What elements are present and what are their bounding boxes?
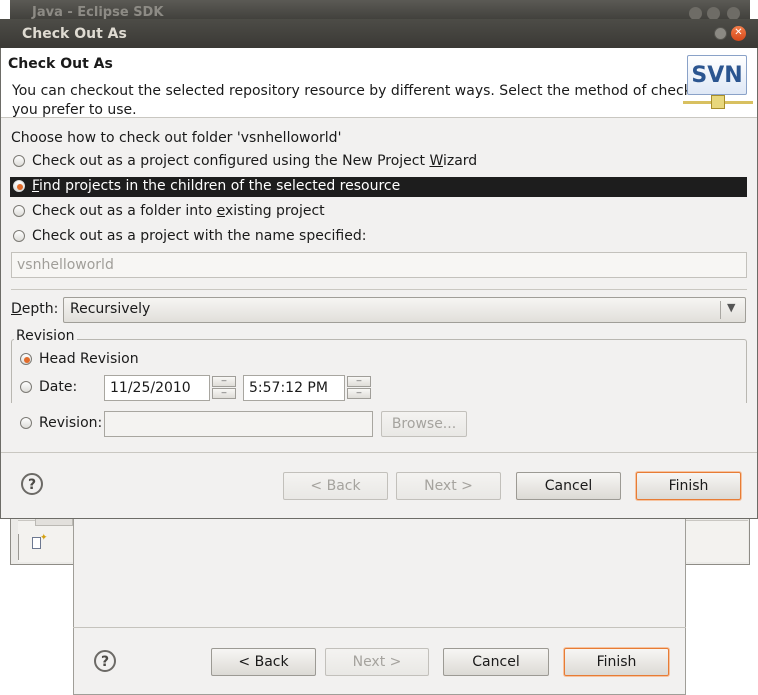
help-icon[interactable]: ? xyxy=(21,473,43,495)
option-existing-project-label[interactable]: Check out as a folder into existing proj… xyxy=(32,203,325,219)
time-decrement-button[interactable]: ‒ xyxy=(347,388,371,399)
depth-value: Recursively xyxy=(70,301,151,317)
banner-description-line-1: You can checkout the selected repository… xyxy=(12,83,715,99)
close-icon[interactable]: ✕ xyxy=(731,26,746,41)
sparkle-icon: ✦ xyxy=(40,533,48,543)
revision-group-title: Revision xyxy=(14,328,77,344)
date-radio[interactable] xyxy=(20,381,32,393)
time-increment-button[interactable]: ‒ xyxy=(347,376,371,387)
banner-description: You can checkout the selected repository… xyxy=(12,82,715,120)
separator xyxy=(11,289,747,290)
background-dialog-separator xyxy=(73,627,686,628)
option-new-project-wizard-label[interactable]: Check out as a project configured using … xyxy=(32,153,477,169)
date-decrement-button[interactable]: ‒ xyxy=(212,388,236,399)
option-find-projects-label[interactable]: Find projects in the children of the sel… xyxy=(32,178,400,194)
date-input[interactable]: 11/25/2010 xyxy=(104,375,210,401)
head-revision-label[interactable]: Head Revision xyxy=(39,351,139,367)
date-label[interactable]: Date: xyxy=(39,379,77,395)
cancel-button[interactable]: Cancel xyxy=(516,472,621,500)
option-new-project-wizard-radio[interactable] xyxy=(13,155,25,167)
revision-radio[interactable] xyxy=(20,417,32,429)
option-project-name-radio[interactable] xyxy=(13,230,25,242)
banner-description-line-2: you prefer to use. xyxy=(12,102,137,118)
finish-button[interactable]: Finish xyxy=(636,472,741,500)
back-button[interactable]: < Back xyxy=(211,648,316,676)
next-button[interactable]: Next > xyxy=(325,648,429,676)
cancel-button[interactable]: Cancel xyxy=(443,648,549,676)
chevron-down-icon: ▼ xyxy=(727,301,736,314)
finish-button[interactable]: Finish xyxy=(564,648,669,676)
svn-logo-text: SVN xyxy=(687,55,747,95)
next-button[interactable]: Next > xyxy=(396,472,501,500)
option-find-projects-radio[interactable] xyxy=(13,180,25,192)
head-revision-radio[interactable] xyxy=(20,353,32,365)
revision-input[interactable] xyxy=(104,411,373,437)
maximize-icon[interactable] xyxy=(714,27,727,40)
help-icon[interactable]: ? xyxy=(94,650,116,672)
select-divider xyxy=(720,301,721,319)
back-button[interactable]: < Back xyxy=(283,472,388,500)
background-divider xyxy=(18,534,19,560)
depth-select[interactable]: Recursively ▼ xyxy=(63,297,746,323)
dialog-title: Check Out As xyxy=(0,19,758,48)
project-name-input[interactable]: vsnhelloworld xyxy=(11,252,747,278)
footer-separator xyxy=(1,452,757,453)
date-increment-button[interactable]: ‒ xyxy=(212,376,236,387)
revision-label[interactable]: Revision: xyxy=(39,415,102,431)
svn-logo: SVN xyxy=(683,53,753,113)
depth-label: Depth: xyxy=(11,301,59,317)
time-input[interactable]: 5:57:12 PM xyxy=(243,375,345,401)
banner-heading: Check Out As xyxy=(8,56,113,72)
checkout-prompt: Choose how to check out folder 'vsnhello… xyxy=(11,130,342,146)
option-existing-project-radio[interactable] xyxy=(13,205,25,217)
browse-button[interactable]: Browse... xyxy=(381,411,467,437)
svn-logo-box xyxy=(711,95,725,109)
option-project-name-label[interactable]: Check out as a project with the name spe… xyxy=(32,228,366,244)
background-tab xyxy=(35,518,73,526)
